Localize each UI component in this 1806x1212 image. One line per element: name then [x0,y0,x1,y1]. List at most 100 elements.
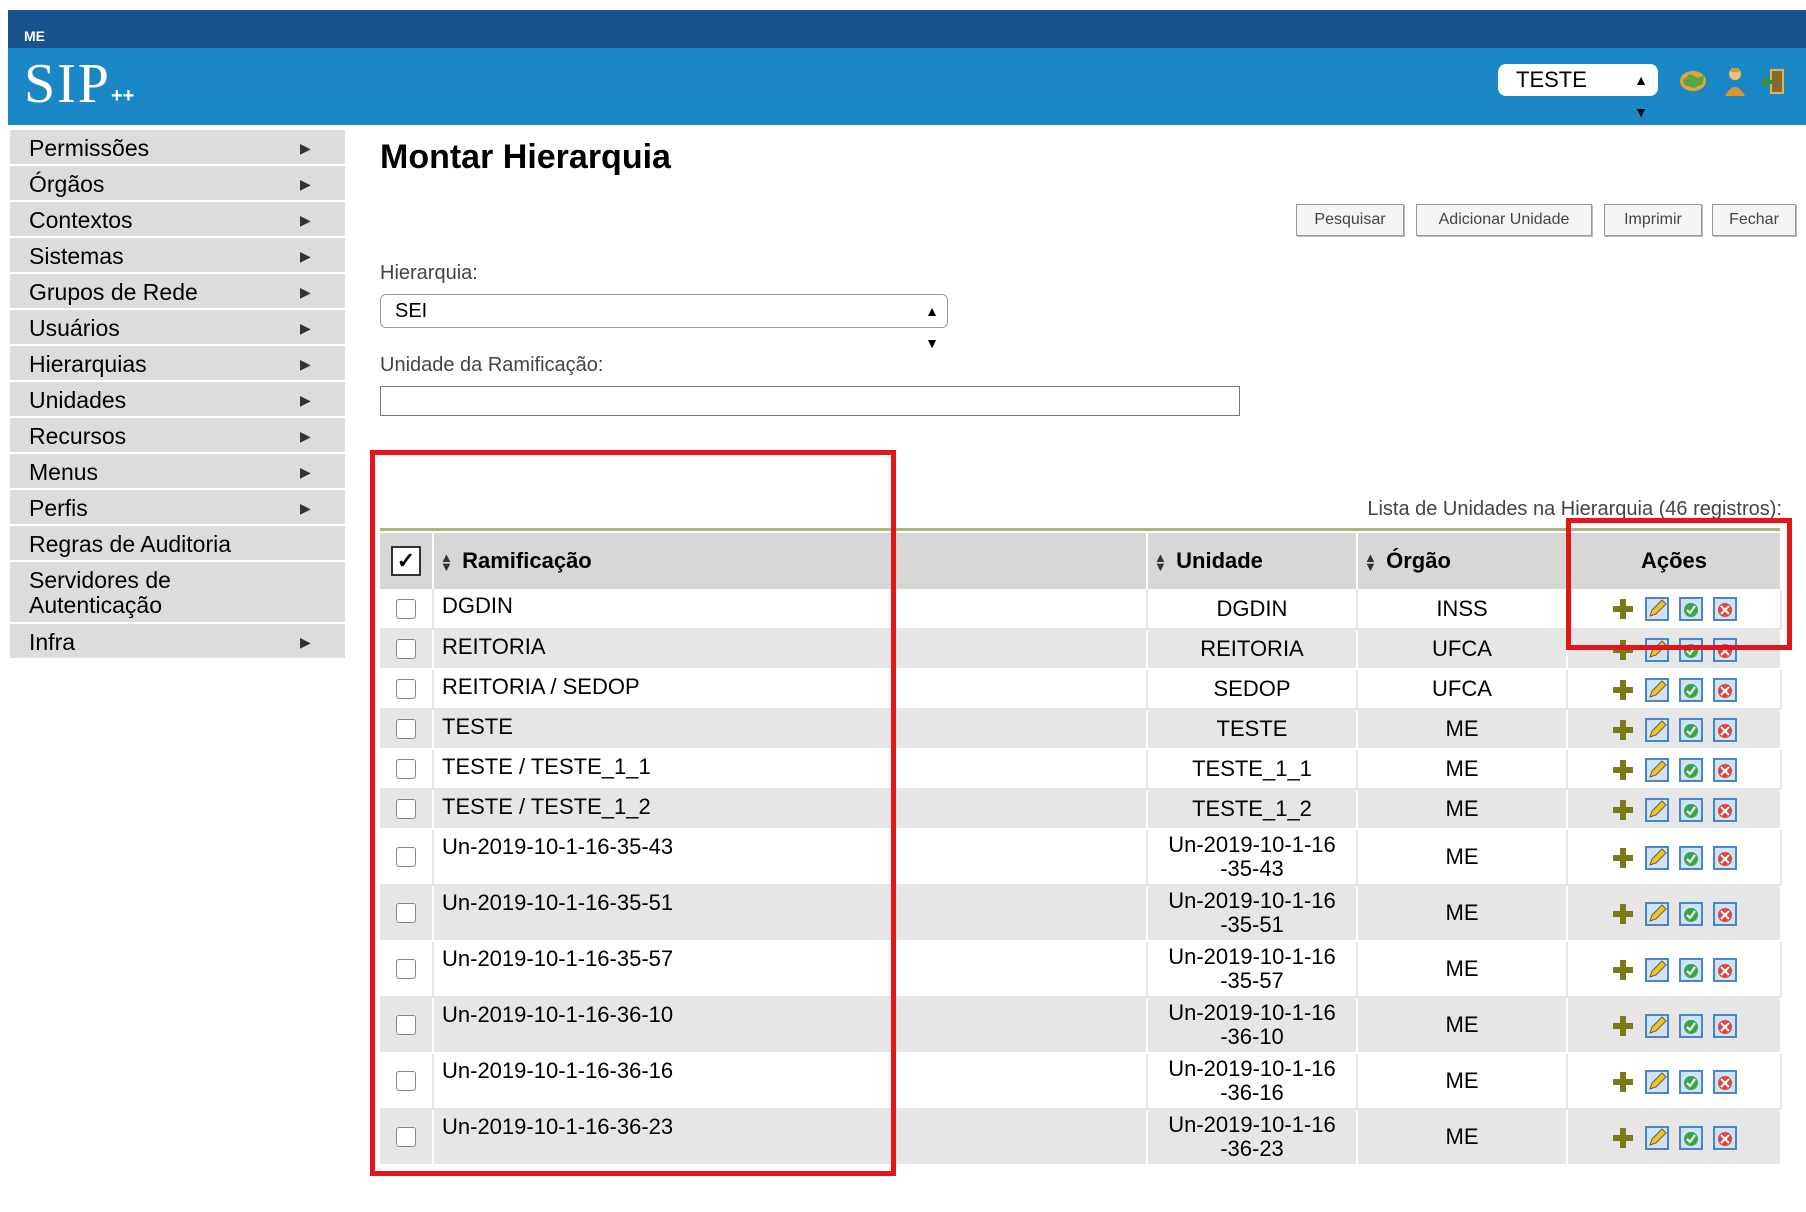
add-icon[interactable] [1610,637,1636,663]
row-checkbox[interactable] [396,1127,416,1147]
activate-icon[interactable] [1678,845,1704,871]
table-row[interactable]: TESTE TESTE ME [380,709,1782,750]
row-checkbox[interactable] [396,1071,416,1091]
sidebar-item-perfis[interactable]: Perfis ▶ [10,490,345,526]
activate-icon[interactable] [1678,596,1704,622]
sidebar-item-hierarquias[interactable]: Hierarquias ▶ [10,346,345,382]
map-icon[interactable] [1678,66,1708,96]
table-row[interactable]: TESTE / TESTE_1_1 TESTE_1_1 ME [380,749,1782,790]
row-checkbox[interactable] [396,959,416,979]
exit-icon[interactable] [1758,66,1788,96]
sidebar-item-orgaos[interactable]: Órgãos ▶ [10,166,345,202]
sidebar-item-servidores-de-autenticacao[interactable]: Servidores de Autenticação [10,562,345,624]
add-icon[interactable] [1610,1069,1636,1095]
activate-icon[interactable] [1678,757,1704,783]
edit-icon[interactable] [1644,596,1670,622]
unit-select[interactable]: TESTE ▲ ▼ [1498,64,1658,120]
add-icon[interactable] [1610,797,1636,823]
edit-icon[interactable] [1644,637,1670,663]
row-checkbox[interactable] [396,903,416,923]
table-row[interactable]: Un-2019-10-1-16-35-51 Un-2019-10-1-16-35-… [380,885,1782,942]
add-icon[interactable] [1610,1013,1636,1039]
sidebar-item-permissoes[interactable]: Permissões ▶ [10,130,345,166]
row-checkbox[interactable] [396,847,416,867]
sidebar-item-usuarios[interactable]: Usuários ▶ [10,310,345,346]
user-icon[interactable] [1720,66,1750,96]
activate-icon[interactable] [1678,637,1704,663]
edit-icon[interactable] [1644,717,1670,743]
row-checkbox[interactable] [396,679,416,699]
table-row[interactable]: REITORIA / SEDOP SEDOP UFCA [380,669,1782,710]
col-orgao[interactable]: ▲ ▼ Órgão [1357,532,1568,589]
edit-icon[interactable] [1644,757,1670,783]
deactivate-icon[interactable] [1712,596,1738,622]
edit-icon[interactable] [1644,957,1670,983]
sidebar-item-unidades[interactable]: Unidades ▶ [10,382,345,418]
select-all-checkbox[interactable]: ✓ [391,546,421,576]
edit-icon[interactable] [1644,845,1670,871]
table-row[interactable]: Un-2019-10-1-16-35-57 Un-2019-10-1-16-35-… [380,941,1782,998]
hierarchy-select[interactable]: SEI ▲ ▼ [380,294,948,351]
deactivate-icon[interactable] [1712,757,1738,783]
edit-icon[interactable] [1644,1013,1670,1039]
deactivate-icon[interactable] [1712,1013,1738,1039]
deactivate-icon[interactable] [1712,1125,1738,1151]
col-ramificacao[interactable]: ▲ ▼ Ramificação [433,532,1148,589]
search-button[interactable]: Pesquisar [1296,204,1404,236]
table-row[interactable]: TESTE / TESTE_1_2 TESTE_1_2 ME [380,789,1782,830]
activate-icon[interactable] [1678,1069,1704,1095]
edit-icon[interactable] [1644,901,1670,927]
edit-icon[interactable] [1644,1125,1670,1151]
table-row[interactable]: Un-2019-10-1-16-36-16 Un-2019-10-1-16-36-… [380,1053,1782,1110]
deactivate-icon[interactable] [1712,717,1738,743]
add-unit-button[interactable]: Adicionar Unidade [1416,204,1592,236]
activate-icon[interactable] [1678,957,1704,983]
edit-icon[interactable] [1644,1069,1670,1095]
table-row[interactable]: Un-2019-10-1-16-36-10 Un-2019-10-1-16-36-… [380,997,1782,1054]
close-button[interactable]: Fechar [1712,204,1796,236]
deactivate-icon[interactable] [1712,845,1738,871]
deactivate-icon[interactable] [1712,957,1738,983]
app-logo[interactable]: SIP++ [24,56,134,112]
row-checkbox[interactable] [396,1015,416,1035]
deactivate-icon[interactable] [1712,637,1738,663]
deactivate-icon[interactable] [1712,1069,1738,1095]
add-icon[interactable] [1610,1125,1636,1151]
add-icon[interactable] [1610,677,1636,703]
add-icon[interactable] [1610,901,1636,927]
add-icon[interactable] [1610,757,1636,783]
sidebar-item-menus[interactable]: Menus ▶ [10,454,345,490]
branch-unit-input[interactable] [380,386,1240,416]
add-icon[interactable] [1610,957,1636,983]
sidebar-item-infra[interactable]: Infra ▶ [10,624,345,660]
add-icon[interactable] [1610,717,1636,743]
activate-icon[interactable] [1678,1013,1704,1039]
deactivate-icon[interactable] [1712,901,1738,927]
edit-icon[interactable] [1644,677,1670,703]
deactivate-icon[interactable] [1712,677,1738,703]
table-row[interactable]: DGDIN DGDIN INSS [380,589,1782,630]
row-checkbox[interactable] [396,759,416,779]
add-icon[interactable] [1610,845,1636,871]
add-icon[interactable] [1610,596,1636,622]
row-checkbox[interactable] [396,598,416,619]
activate-icon[interactable] [1678,717,1704,743]
row-checkbox[interactable] [396,799,416,819]
col-unidade[interactable]: ▲ ▼ Unidade [1147,532,1358,589]
deactivate-icon[interactable] [1712,797,1738,823]
edit-icon[interactable] [1644,797,1670,823]
sidebar-item-regras-de-auditoria[interactable]: Regras de Auditoria [10,526,345,562]
activate-icon[interactable] [1678,797,1704,823]
print-button[interactable]: Imprimir [1604,204,1702,236]
row-checkbox[interactable] [396,719,416,739]
activate-icon[interactable] [1678,1125,1704,1151]
activate-icon[interactable] [1678,677,1704,703]
sidebar-item-sistemas[interactable]: Sistemas ▶ [10,238,345,274]
sidebar-item-contextos[interactable]: Contextos ▶ [10,202,345,238]
table-row[interactable]: Un-2019-10-1-16-35-43 Un-2019-10-1-16-35-… [380,829,1782,886]
sidebar-item-grupos-de-rede[interactable]: Grupos de Rede ▶ [10,274,345,310]
row-checkbox[interactable] [396,639,416,659]
activate-icon[interactable] [1678,901,1704,927]
table-row[interactable]: Un-2019-10-1-16-36-23 Un-2019-10-1-16-36-… [380,1109,1782,1166]
table-row[interactable]: REITORIA REITORIA UFCA [380,629,1782,670]
